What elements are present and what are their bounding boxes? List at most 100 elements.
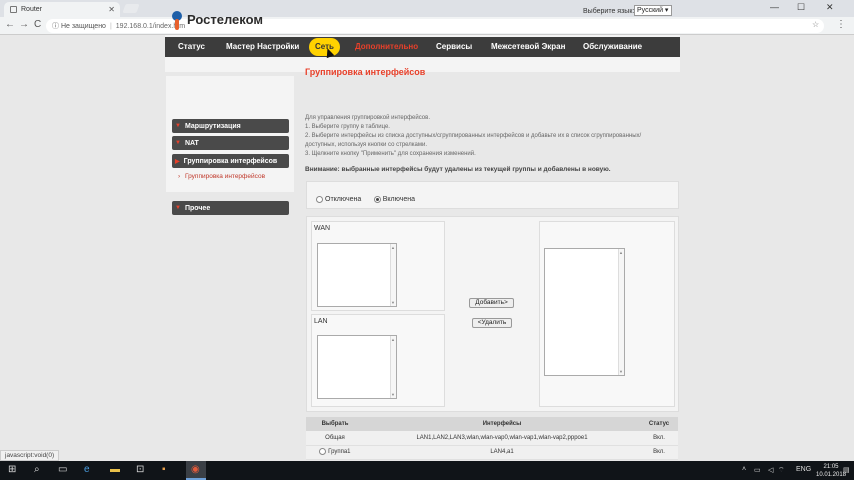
- table-cell: Вкл.: [640, 431, 678, 446]
- maximize-icon[interactable]: ☐: [797, 2, 805, 13]
- description-line: 3. Щелкните кнопку "Применить" для сохра…: [305, 151, 476, 157]
- table-header-row: Выбрать Интерфейсы Статус: [306, 417, 678, 431]
- clock-time: 21:05: [823, 464, 839, 470]
- sidebar-item-interface-grouping[interactable]: ▶ Группировка интерфейсов: [172, 154, 289, 168]
- nav-status[interactable]: Статус: [178, 37, 205, 57]
- lan-listbox[interactable]: [317, 335, 397, 399]
- task-view-icon[interactable]: ▭: [58, 464, 67, 475]
- new-tab-button[interactable]: [122, 4, 140, 13]
- chevron-down-icon: ▼: [175, 205, 181, 211]
- sidebar-item-nat[interactable]: ▼ NAT: [172, 136, 289, 150]
- edge-icon[interactable]: e: [84, 464, 90, 475]
- bookmark-star-icon[interactable]: ☆: [812, 20, 819, 29]
- brand-logo: Ростелеком: [172, 6, 263, 32]
- language-label: Выберите язык:: [583, 8, 635, 15]
- nav-setup-wizard[interactable]: Мастер Настройки: [226, 37, 299, 57]
- table-cell: LAN1,LAN2,LAN3,wlan,wlan-vap0,wlan-vap1,…: [364, 431, 640, 446]
- description-line: доступных, используя кнопки со стрелками…: [305, 142, 428, 148]
- page-icon: [10, 6, 17, 13]
- scrollbar[interactable]: [390, 336, 396, 398]
- sidebar-item-routing[interactable]: ▼ Маршрутизация: [172, 119, 289, 133]
- wifi-icon[interactable]: ⌔: [778, 466, 785, 475]
- grouped-listbox[interactable]: [544, 248, 625, 376]
- remove-button[interactable]: <Удалить: [472, 318, 512, 328]
- sidebar-item-label: NAT: [184, 139, 199, 147]
- sidebar-subitem-label: Группировка интерфейсов: [184, 173, 266, 180]
- system-clock[interactable]: 21:05 10.01.2018: [816, 463, 846, 479]
- warning-text: Внимание: выбранные интерфейсы будут уда…: [305, 166, 611, 173]
- chevron-right-icon: ›: [178, 173, 181, 180]
- column-header: Выбрать: [306, 417, 364, 431]
- windows-start-icon[interactable]: ⊞: [8, 464, 16, 475]
- table-cell: Общая: [306, 431, 364, 446]
- group-radio[interactable]: [319, 448, 327, 456]
- table-row[interactable]: Общая LAN1,LAN2,LAN3,wlan,wlan-vap0,wlan…: [306, 431, 678, 446]
- column-header: Статус: [640, 417, 678, 431]
- scrollbar[interactable]: [390, 244, 396, 306]
- description-line: 1. Выберите группу в таблице.: [305, 124, 390, 130]
- wan-label: WAN: [314, 225, 331, 232]
- description-line: Для управления группировкой интерфейсов.: [305, 115, 430, 121]
- group-name: Группа1: [328, 449, 351, 456]
- radio-disabled[interactable]: [316, 196, 323, 204]
- table-cell: Группа1: [306, 445, 364, 460]
- rostelecom-logo-icon: [172, 8, 184, 30]
- network-icon[interactable]: ▭: [754, 466, 761, 474]
- nav-maintenance[interactable]: Обслуживание: [583, 37, 642, 57]
- volume-icon[interactable]: ◁: [768, 466, 773, 474]
- main-nav: Статус Мастер Настройки Сеть Дополнитель…: [165, 37, 680, 57]
- chrome-taskbar-button[interactable]: ◉: [186, 461, 206, 480]
- table-cell: LAN4,a1: [364, 445, 640, 460]
- sidebar-item-label: Прочее: [184, 204, 211, 212]
- tab-title: Router: [21, 6, 43, 13]
- info-icon[interactable]: ⓘ: [52, 21, 61, 31]
- browser-toolbar: ← → C ⓘ Не защищено | 192.168.0.1/index.…: [0, 17, 854, 35]
- column-header: Интерфейсы: [364, 417, 640, 431]
- groups-table: Выбрать Интерфейсы Статус Общая LAN1,LAN…: [306, 417, 678, 460]
- forward-icon[interactable]: →: [19, 19, 29, 30]
- table-cell: Вкл.: [640, 445, 678, 460]
- address-bar[interactable]: ⓘ Не защищено | 192.168.0.1/index.htm: [46, 19, 824, 33]
- input-language[interactable]: ENG: [796, 466, 811, 473]
- sidebar-subitem-interface-grouping[interactable]: › Группировка интерфейсов: [178, 173, 265, 180]
- radio-enabled-label: Включена: [382, 196, 416, 204]
- description-line: 2. Выберите интерфейсы из списка доступн…: [305, 133, 642, 139]
- tab-close-icon[interactable]: ✕: [108, 5, 115, 14]
- chrome-icon: ◉: [191, 464, 200, 475]
- radio-disabled-label: Отключена: [325, 196, 362, 204]
- grouping-toggle-panel: Отключена Включена: [306, 181, 679, 209]
- browser-menu-icon[interactable]: ⋮: [836, 19, 846, 30]
- windows-taskbar: ⊞ ⌕ ▭ e ▬ ⊡ ▪ ◉ ˄ ▭ ◁ ⌔ ENG 21:05 10.01.…: [0, 461, 854, 480]
- app-icon[interactable]: ▪: [162, 464, 166, 475]
- add-button[interactable]: Добавить>: [469, 298, 514, 308]
- browser-status-bar: javascript:void(0): [0, 450, 60, 461]
- minimize-icon[interactable]: —: [770, 2, 779, 12]
- search-icon[interactable]: ⌕: [34, 464, 40, 475]
- page-title: Группировка интерфейсов: [305, 67, 426, 77]
- back-icon[interactable]: ←: [5, 19, 15, 30]
- sidebar-item-other[interactable]: ▼ Прочее: [172, 201, 289, 215]
- nav-firewall[interactable]: Межсетевой Экран: [491, 37, 565, 57]
- chevron-down-icon: ▼: [175, 140, 181, 146]
- wan-listbox[interactable]: [317, 243, 397, 307]
- file-explorer-icon[interactable]: ▬: [110, 464, 120, 475]
- scrollbar[interactable]: [618, 249, 624, 375]
- nav-services[interactable]: Сервисы: [436, 37, 472, 57]
- tray-arrow-icon[interactable]: ˄: [742, 466, 746, 473]
- notifications-icon[interactable]: ▤: [843, 466, 850, 474]
- sidebar-item-label: Группировка интерфейсов: [183, 157, 278, 165]
- language-select[interactable]: Русский ▾: [634, 5, 672, 16]
- chevron-right-icon: ▶: [175, 158, 180, 165]
- radio-enabled[interactable]: [373, 196, 381, 204]
- security-label: Не защищено: [60, 22, 106, 30]
- close-window-icon[interactable]: ✕: [826, 2, 834, 13]
- reload-icon[interactable]: C: [34, 19, 41, 30]
- brand-name: Ростелеком: [187, 11, 263, 27]
- nav-advanced[interactable]: Дополнительно: [355, 37, 418, 57]
- store-icon[interactable]: ⊡: [136, 464, 144, 475]
- clock-date: 10.01.2018: [816, 472, 847, 478]
- browser-tab[interactable]: Router ✕: [4, 2, 120, 17]
- table-row[interactable]: Группа1 LAN4,a1 Вкл.: [306, 445, 678, 460]
- browser-titlebar: Router ✕ — ☐ ✕: [0, 0, 854, 17]
- chevron-down-icon: ▼: [175, 123, 181, 129]
